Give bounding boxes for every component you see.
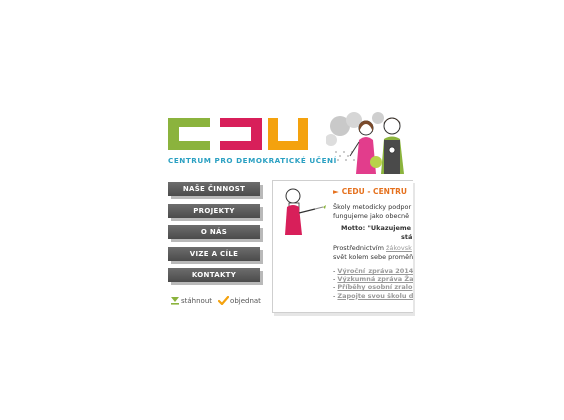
order-link[interactable]: objednat [218,296,261,305]
main-nav: NAŠE ČINNOST PROJEKTY O NÁS VIZE A CÍLE … [168,182,264,290]
link-zapojte-skolu[interactable]: Zapojte svou školu d [337,292,413,300]
teacher-illustration [285,188,326,235]
logo-letter-u [268,118,308,150]
download-icon [171,297,179,305]
links-list: - Výroční_zpráva 2014 - Výzkumná zpráva … [333,267,413,300]
content-title-text: CEDU - CENTRU [341,187,407,196]
order-label: objednat [230,296,261,305]
nav-item-o-nas[interactable]: O NÁS [168,225,260,239]
nav-item-projekty[interactable]: PROJEKTY [168,203,260,218]
nav-item-vize-a-cile[interactable]: VIZE A CÍLE [168,246,260,261]
link-pribehy[interactable]: Příběhy osobní zralo [337,283,412,291]
logo-letter-c [168,118,210,150]
content-panel: ► CEDU - CENTRU Školy metodicky podpor fu… [272,180,413,313]
paragraph: Prostřednictvím žákovsk svět kolem sebe … [333,244,413,261]
list-item: - Výzkumná zpráva Ža [333,275,413,284]
intro-line-2: fungujeme jako obecně [333,212,410,220]
checkmark-icon [218,296,230,305]
download-label: stáhnout [181,296,213,305]
list-item: - Výroční_zpráva 2014 [333,267,413,275]
content-title: ► CEDU - CENTRU [333,187,407,196]
link-vyrocni-zprava[interactable]: Výroční_zpráva 2014 [337,267,413,275]
paragraph-prefix: Prostřednictvím [333,244,386,252]
motto-line-1: Motto: "Ukazujeme [341,224,412,232]
list-item: - Příběhy osobní zralo [333,283,413,292]
download-link[interactable]: stáhnout [170,296,212,305]
logo-tagline: CENTRUM PRO DEMOKRATICKÉ UČENÍ [168,156,337,165]
motto-line-2: stá [401,233,413,241]
logo-letter-e [220,118,262,150]
nav-item-nase-cinnost[interactable]: NAŠE ČINNOST [168,182,260,196]
logo[interactable]: CENTRUM PRO DEMOKRATICKÉ UČENÍ [168,118,336,166]
list-item: - Zapojte svou školu d [333,291,413,300]
link-vyzkumna-zprava[interactable]: Výzkumná zpráva Ža [337,275,413,283]
paragraph-line-2: svět kolem sebe proměň [333,252,413,261]
header-illustration [326,112,409,174]
nav-item-kontakty[interactable]: KONTAKTY [168,268,260,282]
motto: Motto: "Ukazujeme stá [341,224,412,242]
intro-line-1: Školy metodicky podpor [333,203,412,211]
download-order-bar: stáhnout objednat [170,296,267,305]
title-arrow-icon: ► [333,187,339,196]
paragraph-link[interactable]: žákovsk [386,244,412,252]
intro-text: Školy metodicky podpor fungujeme jako ob… [333,203,411,221]
